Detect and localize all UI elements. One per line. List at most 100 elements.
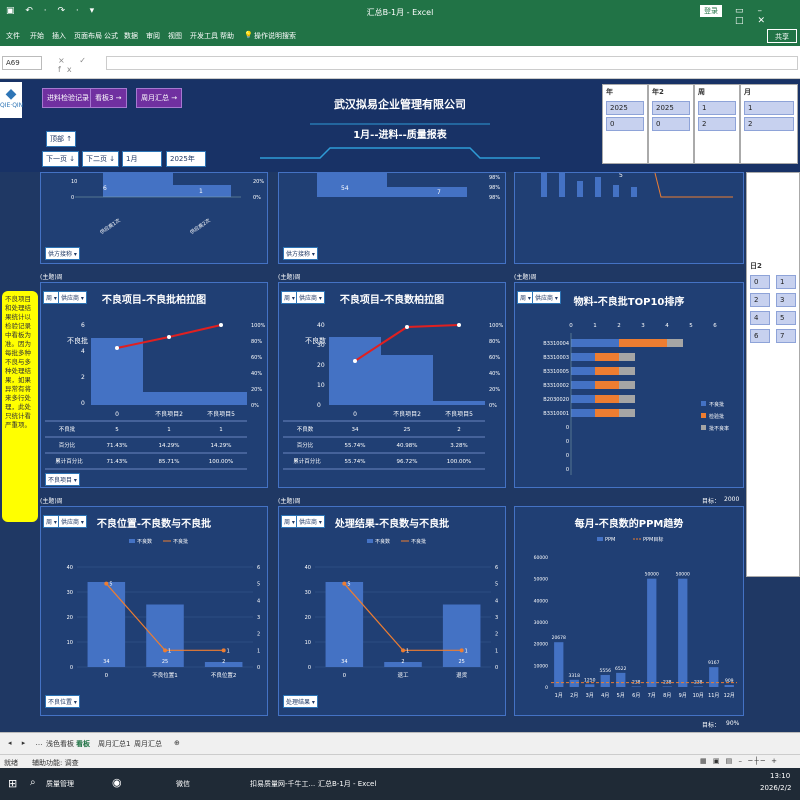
slicer-day-item[interactable]: 7	[776, 329, 796, 343]
month-select[interactable]: 1月	[122, 151, 162, 167]
tab-insert[interactable]: 插入	[52, 31, 66, 41]
tab-layout[interactable]: 页面布局	[74, 31, 102, 41]
login-button[interactable]: 登录	[700, 5, 722, 17]
location-filter[interactable]: 不良位置 ▾	[45, 695, 80, 708]
bar	[381, 355, 433, 405]
next-page-button[interactable]: 下二页 ↓	[82, 151, 120, 167]
line-label: 1	[168, 648, 171, 654]
share-button[interactable]: 共享	[767, 29, 797, 43]
ytick: 50000	[534, 577, 548, 583]
legend: 不良数	[375, 538, 390, 545]
supplier-defects-filter-button[interactable]: 供方接称 ▾	[283, 247, 318, 260]
name-box[interactable]: A69	[2, 56, 42, 70]
ytick: 6	[81, 322, 85, 329]
board3-button[interactable]: 看板3 →	[90, 88, 127, 108]
slicer-week-item[interactable]: 2	[698, 117, 736, 131]
supplier-defect-val: 54	[341, 185, 349, 192]
supplier-defect-pct: 98%	[489, 195, 500, 201]
taskbar-app[interactable]: 质量管理	[46, 779, 74, 789]
tab-file[interactable]: 文件	[6, 31, 20, 41]
month-label: 5月	[617, 693, 625, 699]
slicer-day-item[interactable]: 5	[776, 311, 796, 325]
accessibility-status[interactable]: 辅助功能: 调查	[32, 758, 79, 768]
zoom-slider[interactable]: ▦ ▣ ▤ – ─┼─ +	[700, 757, 779, 765]
formula-input[interactable]	[106, 56, 798, 70]
taskbar-app[interactable]: 微信	[176, 779, 190, 789]
legend: 批不良率	[709, 425, 729, 432]
defect-item-filter[interactable]: 不良项目 ▾	[45, 473, 80, 486]
supplier-filter-button[interactable]: 供方接称 ▾	[45, 247, 80, 260]
add-sheet-icon[interactable]: ⊕	[174, 739, 180, 747]
result-filter[interactable]: 处理结果 ▾	[283, 695, 318, 708]
slicer-year2[interactable]: 年2 2025 0	[648, 84, 694, 164]
status-text: 就绪	[4, 759, 18, 767]
search-icon[interactable]: ⌕	[30, 777, 36, 788]
xtick: 2	[617, 323, 621, 329]
year-select[interactable]: 2025年	[166, 151, 206, 167]
sheet-tab[interactable]: 周月汇总	[134, 739, 162, 749]
slicer-day-item[interactable]: 1	[776, 275, 796, 289]
slicer-month-item[interactable]: 2	[744, 117, 794, 131]
slicer-day-item[interactable]: 2	[750, 293, 770, 307]
slicer-day-panel[interactable]: 日2 0 1 2 3 4 5 6 7	[746, 172, 800, 577]
tab-view[interactable]: 视图	[168, 31, 182, 41]
tab-review[interactable]: 审阅	[146, 31, 160, 41]
table-cell: 2	[457, 427, 461, 433]
sheet-tab[interactable]: 周月汇总1	[98, 739, 130, 749]
slicer-day-header: 日2	[750, 262, 762, 270]
slicer-day-item[interactable]: 4	[750, 311, 770, 325]
title-bar: ▣ ↶ · ↷ · ▾ 汇总B-1月 - Excel 登录 ▭–□✕	[0, 0, 800, 26]
slicer-year2-item[interactable]: 0	[652, 117, 690, 131]
taskbar-app[interactable]: 扣易质量网-千牛工...	[250, 779, 315, 789]
slicer-month[interactable]: 月 1 2	[740, 84, 798, 164]
tab-formula[interactable]: 公式	[104, 31, 118, 41]
slicer-year[interactable]: 年 2025 0	[602, 84, 648, 164]
slicer-month-item[interactable]: 1	[744, 101, 794, 115]
tell-me-search[interactable]: 操作说明搜索	[254, 31, 296, 41]
browser-icon[interactable]: ◉	[112, 776, 122, 789]
header-decoration	[260, 123, 540, 159]
tab-developer[interactable]: 开发工具	[190, 31, 218, 41]
slicer-day-item[interactable]: 6	[750, 329, 770, 343]
week-month-summary-button[interactable]: 周月汇总 →	[136, 88, 183, 108]
top-button[interactable]: 顶部 ↑	[46, 131, 77, 147]
company-name: 武汉拟易企业管理有限公司	[334, 98, 466, 111]
defect-qty-chart: 不良数 40 30 20 10 0 100% 80% 60% 40% 20% 0…	[283, 322, 504, 470]
y2tick: 0	[257, 665, 260, 671]
table-cell: 100.00%	[447, 459, 471, 465]
taskbar-app-active[interactable]: 汇总B-1月 - Excel	[318, 779, 376, 789]
legend: 不良数	[137, 538, 152, 545]
tab-scroll-arrows[interactable]: ◂ ▸ …	[8, 739, 46, 747]
tab-data[interactable]: 数据	[124, 31, 138, 41]
sheet-tab[interactable]: 浅色看板	[46, 739, 74, 749]
table-cell: 85.71%	[159, 459, 180, 465]
slicer-day-item[interactable]: 3	[776, 293, 796, 307]
slicer-year-item[interactable]: 2025	[606, 101, 644, 115]
y2tick: 40%	[251, 371, 262, 377]
caption-b: (主题)周	[278, 274, 301, 281]
y2tick: 4	[495, 598, 498, 604]
table-cell: 96.72%	[397, 459, 418, 465]
table-cell: 累计百分比	[55, 457, 83, 465]
start-icon[interactable]: ⊞	[8, 777, 17, 790]
inspection-record-button[interactable]: 进料检验记录	[42, 88, 94, 108]
tab-home[interactable]: 开始	[30, 31, 44, 41]
window-controls[interactable]: ▭–□✕	[735, 6, 800, 26]
slicer-year2-item[interactable]: 2025	[652, 101, 690, 115]
slicer-day-item[interactable]: 0	[750, 275, 770, 289]
sheet-tab-active[interactable]: 看板	[76, 739, 90, 749]
bar-label: 34	[341, 659, 347, 665]
bar	[433, 401, 485, 405]
formula-buttons[interactable]: × ✓ fx	[58, 56, 108, 74]
slicer-week[interactable]: 周 1 2	[694, 84, 740, 164]
prev-page-button[interactable]: 下一页 ↓	[42, 151, 80, 167]
slicer-year-item[interactable]: 0	[606, 117, 644, 131]
ytick: 2	[81, 374, 85, 381]
slicer-year-header: 年	[606, 88, 613, 96]
tab-help[interactable]: 帮助	[220, 31, 234, 41]
target-label-f: 目标：	[702, 722, 721, 729]
bar	[709, 667, 719, 687]
ytick: 0	[545, 685, 548, 691]
month-label: 12月	[724, 693, 735, 699]
slicer-week-item[interactable]: 1	[698, 101, 736, 115]
